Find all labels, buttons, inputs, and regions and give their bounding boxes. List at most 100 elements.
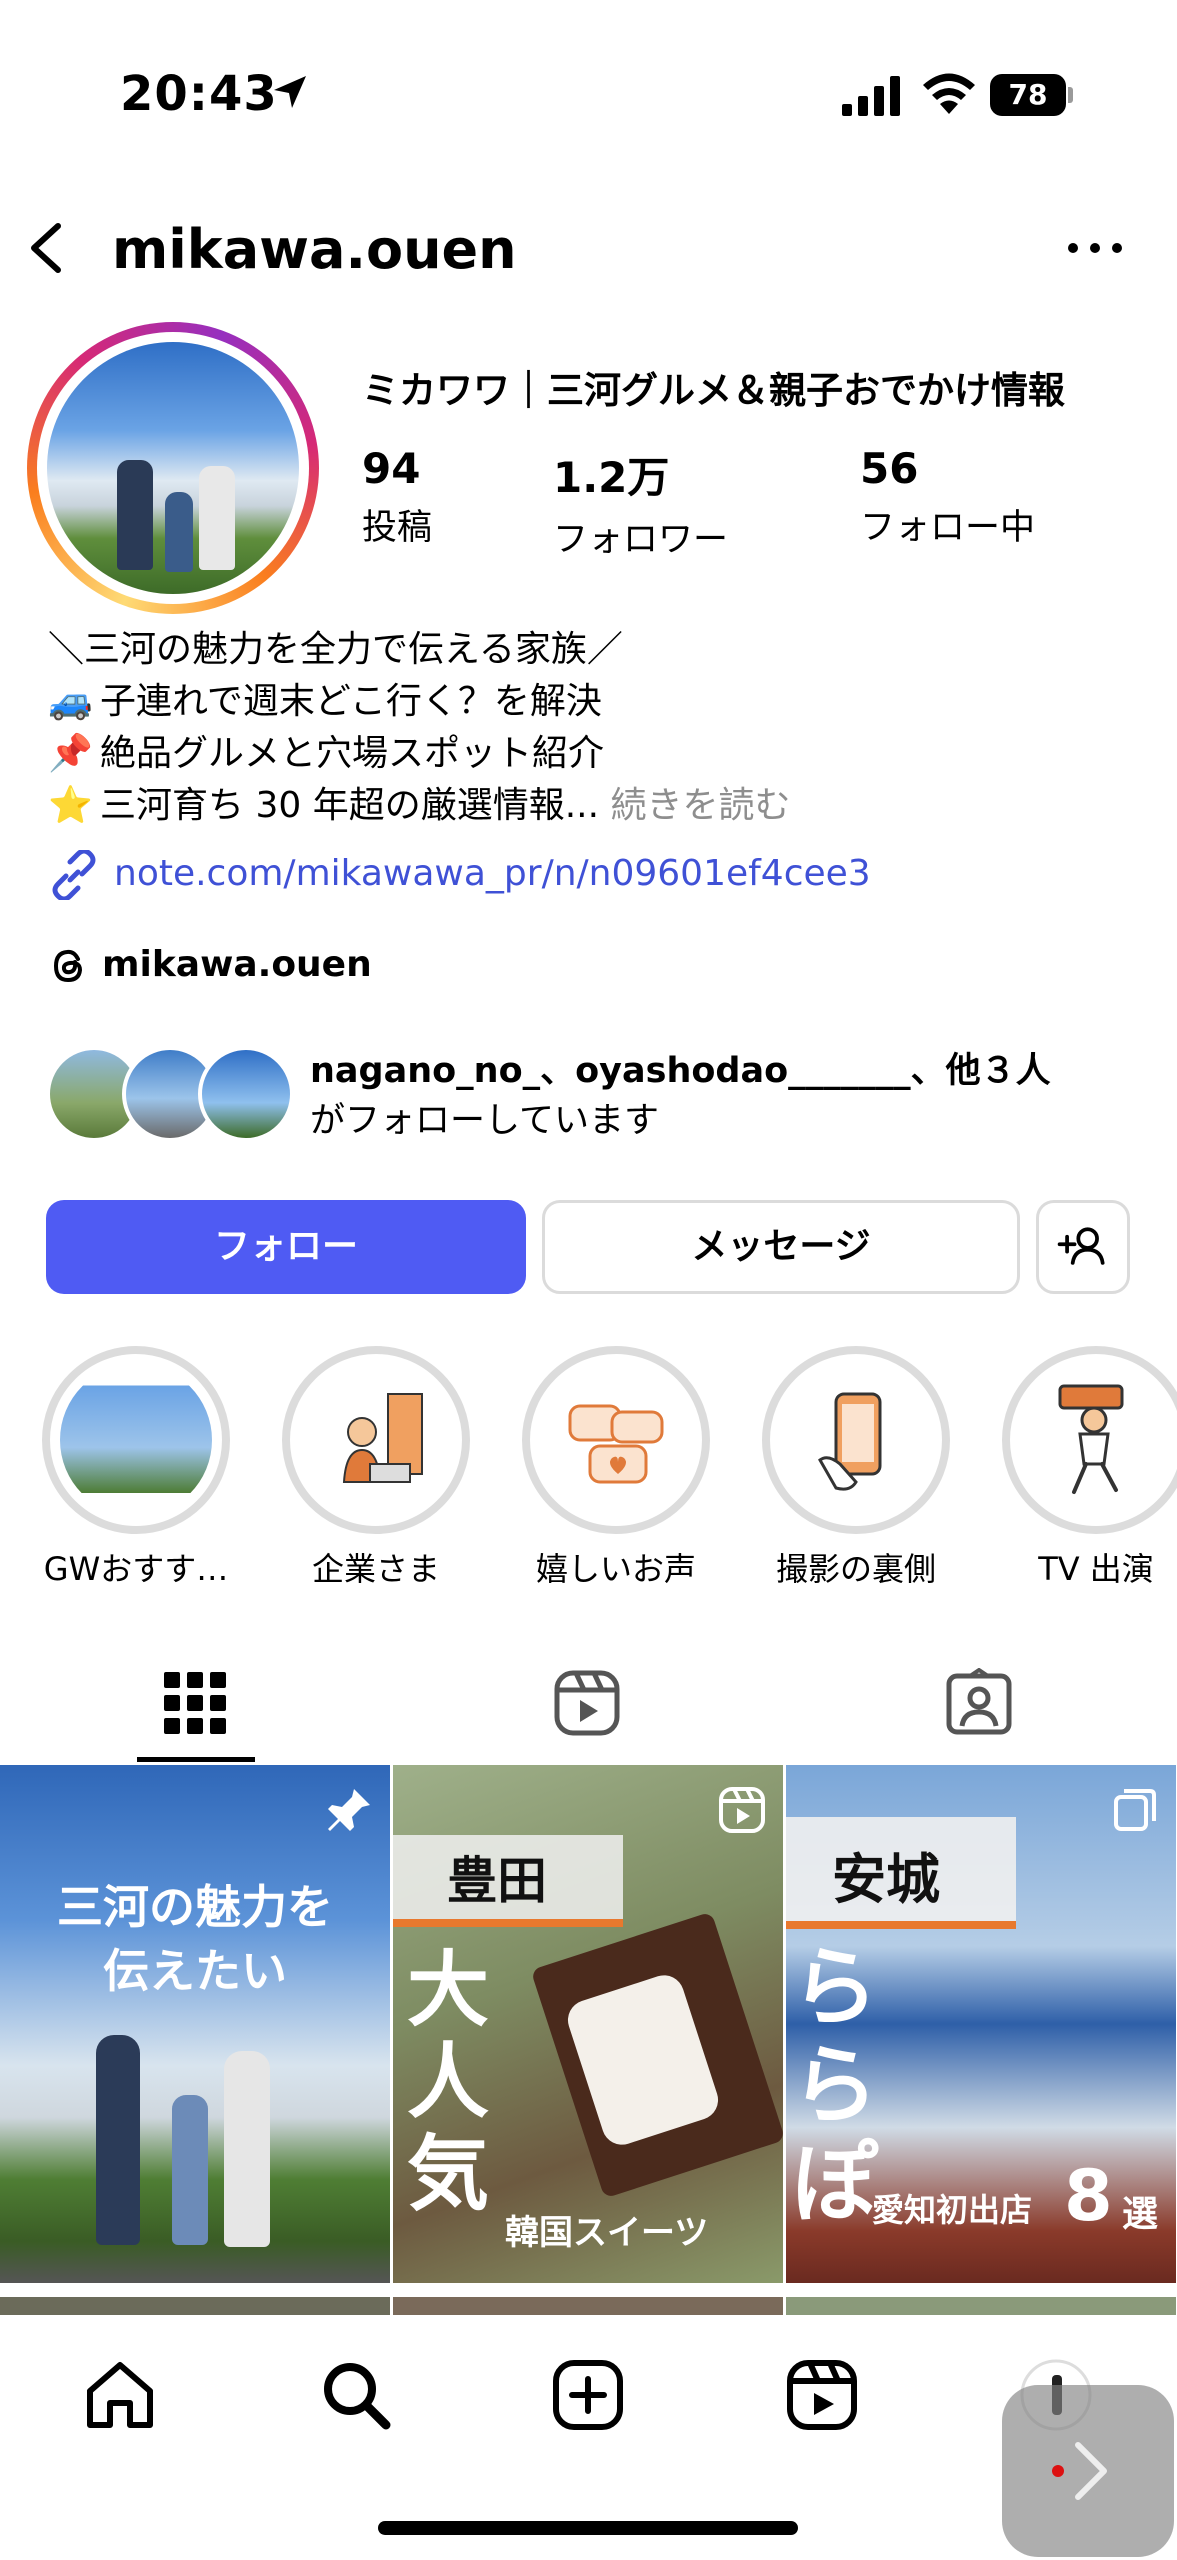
post-overlay-text: 三河の魅力を 伝えたい xyxy=(57,1880,333,1998)
bio-line: 🚙 子連れで週末どこ行く？を解決 xyxy=(48,676,1148,728)
highlight-label: 企業さま xyxy=(311,1550,440,1588)
post-location-tag: 安城 xyxy=(832,1848,940,1911)
profile-link[interactable]: note.com/mikawawa_pr/n/n09601ef4cee3 xyxy=(48,850,871,906)
stat-following[interactable]: 56 フォロー中 xyxy=(860,444,1035,550)
stat-value: 56 xyxy=(860,444,919,493)
stat-followers[interactable]: 1.2万 フォロワー xyxy=(553,444,728,562)
highlight-cover xyxy=(300,1364,452,1516)
highlight-ring xyxy=(762,1346,950,1534)
highlight-label: 嬉しいお声 xyxy=(535,1550,696,1588)
post-tile-partial[interactable] xyxy=(786,2297,1176,2315)
battery-level: 78 xyxy=(990,74,1066,116)
tab-posts[interactable] xyxy=(0,1640,392,1762)
stat-value: 94 xyxy=(362,444,421,493)
stat-label: フォロー中 xyxy=(860,508,1036,548)
post-location-tag: 豊田 xyxy=(447,1852,547,1910)
grid-icon xyxy=(164,1672,226,1734)
posts-grid: 三河の魅力を 伝えたい 豊田 大 人 気 韓国スイーツ 安城 ら ら ぽ 愛知初… xyxy=(0,1765,1177,2315)
post-tile[interactable]: 豊田 大 人 気 韓国スイーツ xyxy=(393,1765,783,2283)
post-sub-text: 愛知初出店 xyxy=(872,2191,1033,2229)
home-indicator[interactable] xyxy=(378,2521,798,2535)
link-icon xyxy=(52,850,96,900)
nav-search[interactable] xyxy=(316,2355,396,2435)
post-tile[interactable]: 三河の魅力を 伝えたい xyxy=(0,1765,390,2283)
profile-tabs xyxy=(0,1640,1177,1762)
speech-bubbles-icon xyxy=(568,1404,664,1484)
location-arrow-icon xyxy=(274,76,306,108)
post-big-text: 大 人 気 xyxy=(407,1943,490,2222)
camera-operator-icon xyxy=(1058,1384,1124,1494)
threads-badge[interactable]: mikawa.ouen xyxy=(48,944,372,994)
assistive-touch-button[interactable] xyxy=(1002,2385,1174,2557)
highlight-ring xyxy=(1002,1346,1177,1534)
home-icon xyxy=(87,2362,153,2428)
reels-icon xyxy=(719,1787,765,1833)
bio-text: 三河育ち 30 年超の厳選情報... xyxy=(100,785,600,826)
read-more-link[interactable]: 続きを読む xyxy=(610,785,790,826)
highlight-ring xyxy=(42,1346,230,1534)
tab-tagged[interactable] xyxy=(784,1640,1176,1762)
avatar-photo xyxy=(47,342,299,594)
office-worker-icon xyxy=(342,1393,423,1483)
pin-icon xyxy=(328,1789,370,1831)
reels-icon xyxy=(787,2360,857,2430)
post-tile-partial[interactable] xyxy=(393,2297,783,2315)
search-icon xyxy=(324,2363,391,2430)
add-user-button[interactable] xyxy=(1036,1200,1130,1294)
highlight-ring xyxy=(522,1346,710,1534)
pin-emoji: 📌 xyxy=(48,733,93,774)
followed-by-text: nagano_no_、oyashodao_______、他３人 がフォローしてい… xyxy=(310,1046,1051,1146)
followed-by-suffix: がフォローしています xyxy=(310,1101,659,1141)
display-name: ミカワワ｜三河グルメ＆親子おでかけ情報 xyxy=(362,369,1065,412)
follow-button[interactable]: フォロー xyxy=(46,1200,526,1294)
bio: ＼三河の魅力を全力で伝える家族／ 🚙 子連れで週末どこ行く？を解決 📌 絶品グルメと… xyxy=(48,624,1148,832)
tagged-icon xyxy=(946,1668,1012,1735)
stat-value: 1.2万 xyxy=(553,453,670,502)
bio-line: ＼三河の魅力を全力で伝える家族／ xyxy=(48,629,623,670)
bio-text: 子連れで週末どこ行く？を解決 xyxy=(100,681,602,722)
chevron-right-icon xyxy=(1052,2442,1107,2500)
signal-icon xyxy=(842,76,900,116)
add-user-icon xyxy=(1057,1227,1105,1265)
tab-reels[interactable] xyxy=(392,1640,784,1762)
header-username: mikawa.ouen xyxy=(112,218,517,281)
active-tab-indicator xyxy=(137,1757,255,1762)
profile-header: mikawa.ouen xyxy=(0,200,1177,300)
post-sub-text: 韓国スイーツ xyxy=(505,2213,709,2253)
nav-create[interactable] xyxy=(548,2355,628,2435)
bio-line: ⭐ 三河育ち 30 年超の厳選情報... 続きを読む xyxy=(48,780,1148,832)
highlight-cover xyxy=(60,1364,212,1516)
post-tile[interactable]: 安城 ら ら ぽ 愛知初出店 8 選 xyxy=(786,1765,1176,2283)
wifi-icon xyxy=(923,73,975,114)
back-arrow-icon[interactable] xyxy=(22,218,72,278)
avatar[interactable] xyxy=(27,322,319,614)
message-button[interactable]: メッセージ xyxy=(542,1200,1020,1294)
post-big-text: ら ら ぽ xyxy=(792,1938,878,2234)
stat-label: 投稿 xyxy=(362,508,433,548)
nav-home[interactable] xyxy=(80,2355,160,2435)
highlight-label: 撮影の裏側 xyxy=(775,1550,936,1588)
highlight-cover xyxy=(780,1364,932,1516)
highlight-label: GWおすす… xyxy=(43,1550,229,1588)
bio-text: 絶品グルメと穴場スポット紹介 xyxy=(100,733,605,774)
bio-line: 📌 絶品グルメと穴場スポット紹介 xyxy=(48,728,1148,780)
stat-label: フォロワー xyxy=(553,520,729,560)
star-emoji: ⭐ xyxy=(48,785,93,826)
carousel-icon xyxy=(1114,1789,1156,1831)
followed-by[interactable]: nagano_no_、oyashodao_______、他３人 がフォローしてい… xyxy=(46,1046,1146,1146)
story-highlights: GWおすす… 企業さま 嬉しいお声 撮影の裏側 TV 出演 xyxy=(0,1346,1177,1596)
highlight-label: TV 出演 xyxy=(1038,1550,1154,1588)
nav-reels[interactable] xyxy=(782,2355,862,2435)
post-tile-partial[interactable] xyxy=(0,2297,390,2315)
bottom-navigation xyxy=(0,2315,1177,2560)
threads-username: mikawa.ouen xyxy=(102,944,372,985)
follower-avatars xyxy=(46,1046,294,1142)
post-number-suffix: 選 xyxy=(1122,2194,1159,2235)
more-icon[interactable] xyxy=(1060,226,1130,270)
status-time: 20:43 xyxy=(120,66,278,122)
highlight-cover xyxy=(1020,1364,1172,1516)
highlight-cover xyxy=(540,1364,692,1516)
followed-by-names: nagano_no_、oyashodao_______、他３人 xyxy=(310,1051,1051,1091)
create-icon xyxy=(553,2360,623,2430)
stat-posts[interactable]: 94 投稿 xyxy=(362,444,432,550)
